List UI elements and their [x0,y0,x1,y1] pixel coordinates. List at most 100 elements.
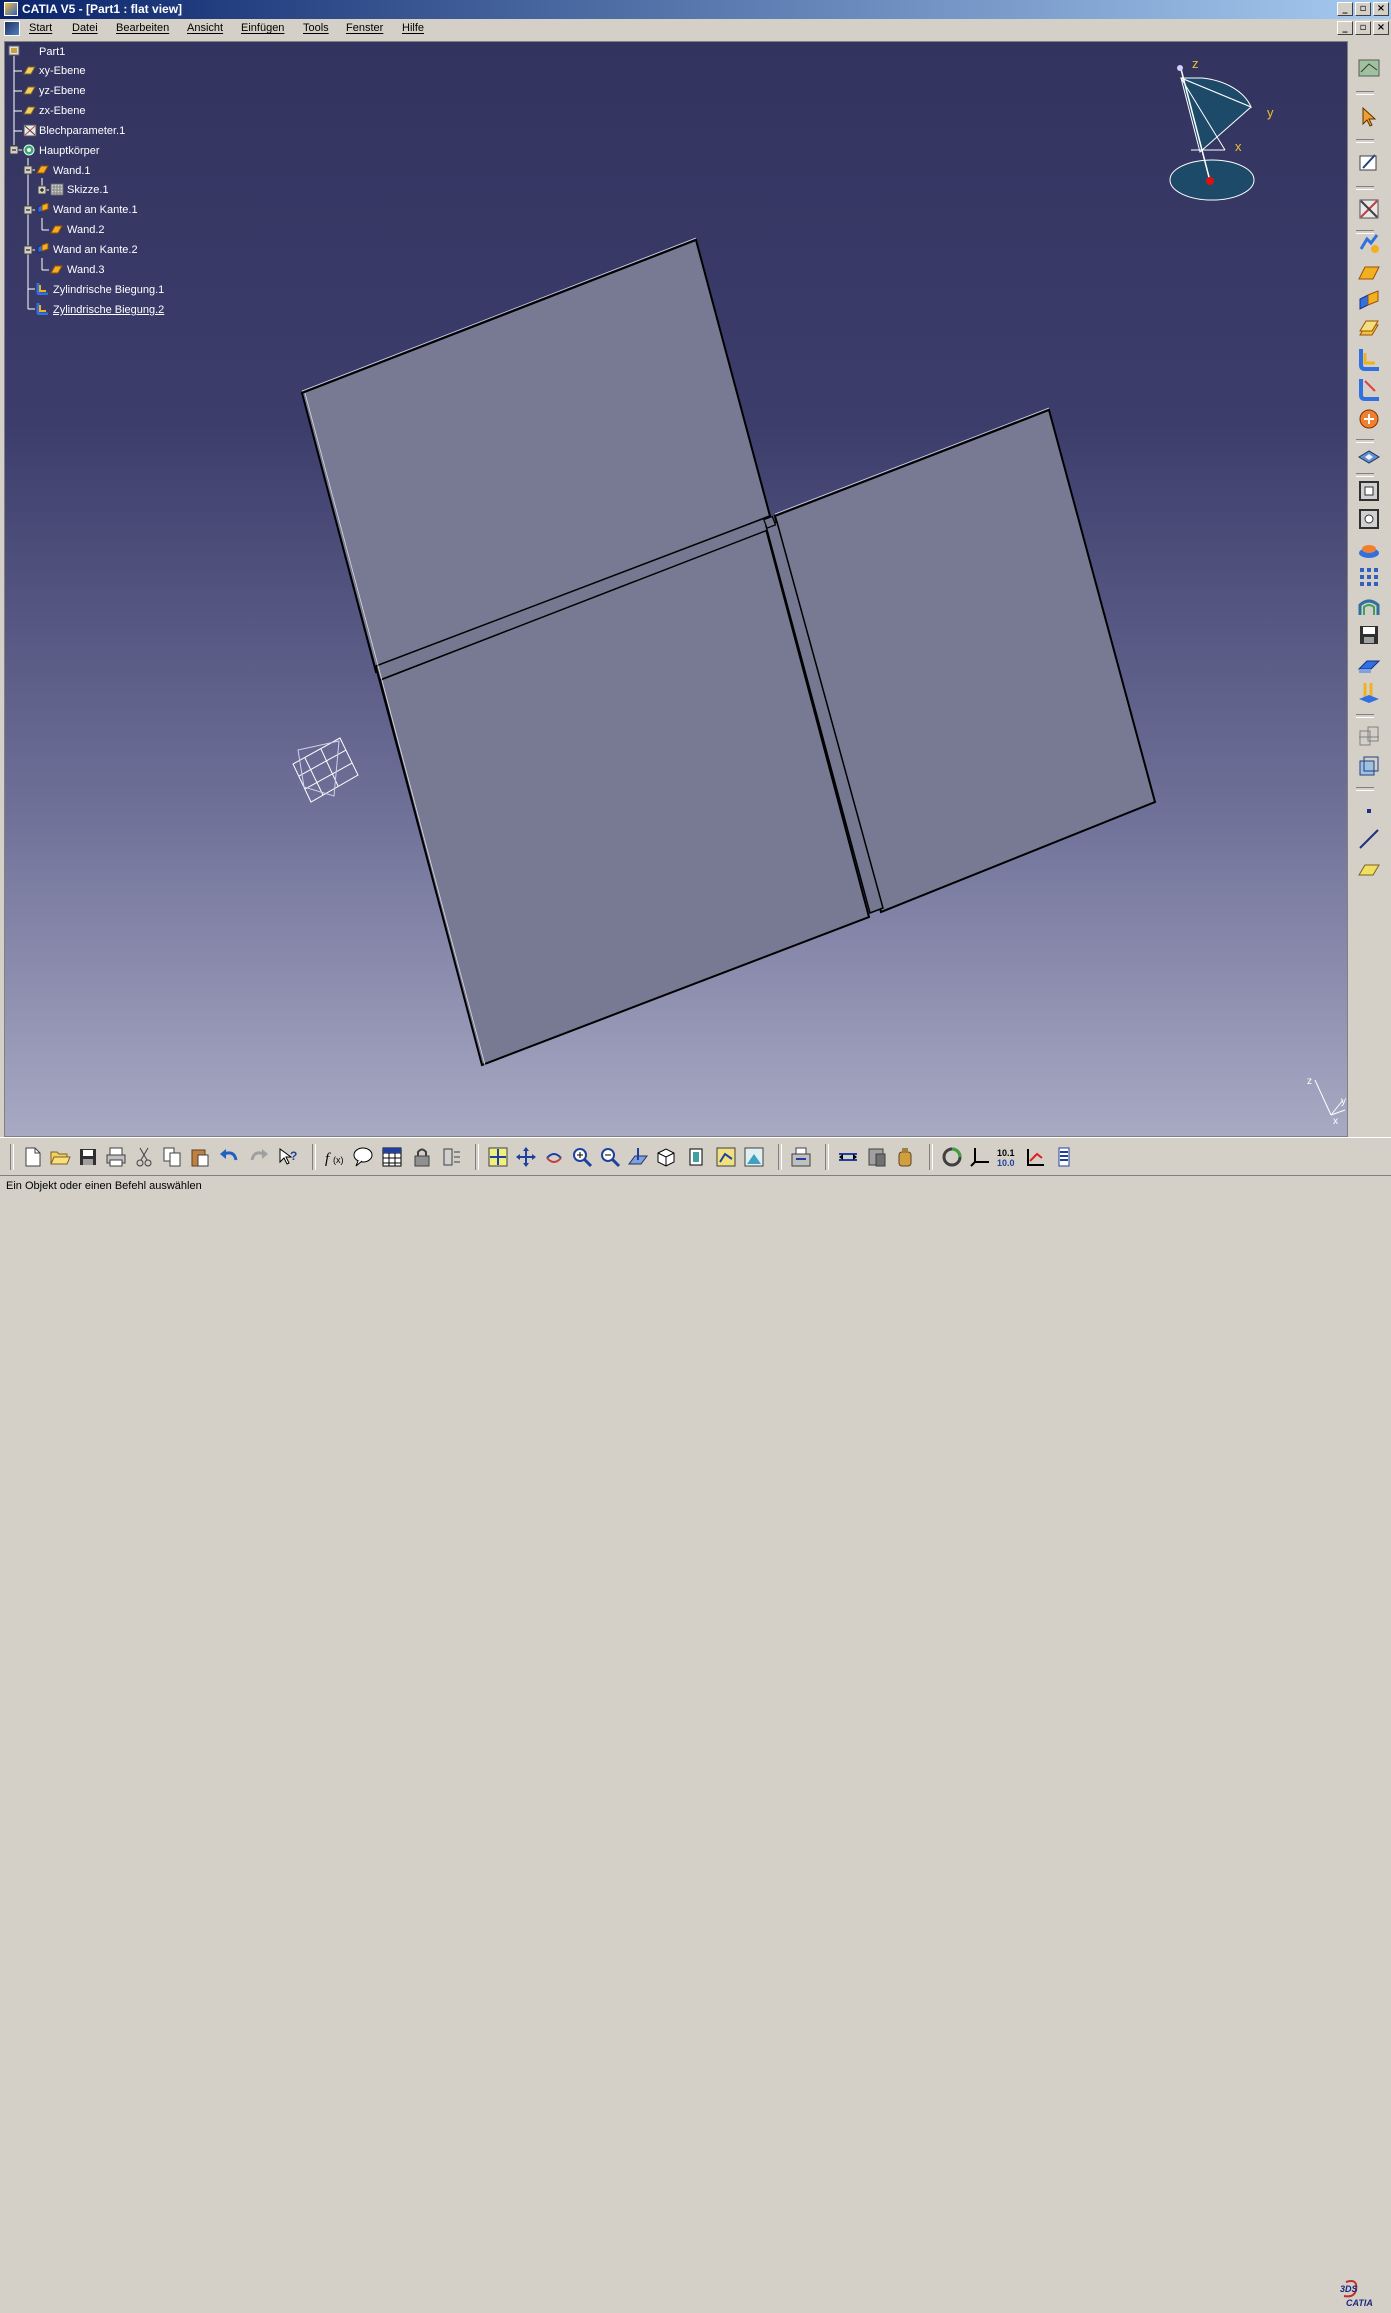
line-icon[interactable] [1357,827,1381,851]
axis-triad-y-label: y [1341,1096,1346,1107]
save-icon[interactable] [77,1146,99,1168]
shading-icon[interactable] [743,1146,765,1168]
compass-x-label: x [1235,139,1242,154]
corner-relief-icon[interactable] [1357,565,1381,589]
svg-text:?: ? [290,1149,297,1163]
hybrid-body-icon[interactable] [1357,755,1381,779]
sketch-origin-marker [292,737,359,803]
menu-bar: Start Datei Bearbeiten Ansicht Einfügen … [0,19,1391,39]
whats-this-icon[interactable]: ? [277,1146,299,1168]
axis-triad-z-label: z [1307,1076,1312,1087]
hole-icon[interactable] [1357,479,1381,503]
catia-logo-mark: 3DS [1340,2284,1358,2294]
zoom-out-icon[interactable] [599,1146,621,1168]
wall-on-edge-icon[interactable] [1357,289,1381,313]
menu-tools[interactable]: Tools [303,22,329,34]
normal-view-icon[interactable] [627,1146,649,1168]
compass-y-label: y [1267,105,1274,120]
menu-einfuegen[interactable]: Einfügen [241,22,284,34]
fit-all-icon[interactable] [487,1146,509,1168]
axis-system-icon[interactable] [969,1146,991,1168]
maximize-button[interactable]: ▫ [1355,2,1371,16]
bend-icon[interactable] [1357,377,1381,401]
right-toolbar [1350,41,1391,1137]
formula-icon[interactable]: f (x) [324,1146,346,1168]
open-icon[interactable] [49,1146,71,1168]
save-dxf-icon[interactable] [1357,623,1381,647]
part-body-icon[interactable] [1357,725,1381,749]
unfold-icon[interactable] [1357,407,1381,431]
redo-icon[interactable] [248,1146,270,1168]
recognize-icon[interactable] [1357,231,1381,255]
flange-icon[interactable] [1357,347,1381,371]
lock-icon[interactable] [411,1146,433,1168]
new-icon[interactable] [22,1146,44,1168]
svg-text:(x): (x) [333,1155,344,1165]
compass[interactable] [1169,65,1255,201]
point-icon[interactable] [1357,799,1381,823]
doc-restore-button[interactable]: ▫ [1355,21,1371,35]
pan-icon[interactable] [515,1146,537,1168]
select-arrow-icon[interactable] [1357,105,1381,129]
menu-datei[interactable]: Datei [72,22,98,34]
sketcher-icon[interactable] [1357,151,1381,175]
pattern-icon[interactable] [1357,537,1381,561]
title-bar: CATIA V5 - [Part1 : flat view] _ ▫ × [0,0,1391,19]
status-text: Ein Objekt oder einen Befehl auswählen [6,1180,202,1192]
measure-between-icon[interactable] [837,1146,859,1168]
catia-app-icon[interactable] [4,2,18,16]
close-button[interactable]: × [1373,2,1389,16]
mass-properties-icon[interactable] [894,1146,916,1168]
wall-icon[interactable] [1357,261,1381,285]
catia-logo: 3DS CATIA [1338,2276,1384,2310]
undo-icon[interactable] [218,1146,240,1168]
swap-space-icon[interactable] [715,1146,737,1168]
table-icon[interactable] [381,1146,403,1168]
3d-viewport[interactable]: Part1 xy-Ebene yz-Ebene zx-Ebene Blechpa… [4,41,1348,1137]
multi-view-icon[interactable] [790,1146,812,1168]
bottom-toolbar: ? f (x) 10.1 10.0 3DS CATIA [0,1137,1391,2308]
comment-icon[interactable] [352,1146,374,1168]
doc-close-button[interactable]: × [1373,21,1389,35]
sheetmetal-parameters-icon[interactable] [1357,197,1381,221]
update-icon[interactable] [941,1146,963,1168]
3d-wireframe-icon[interactable] [1357,681,1381,705]
svg-text:10.0: 10.0 [997,1158,1015,1168]
menu-ansicht[interactable]: Ansicht [187,22,223,34]
zoom-in-icon[interactable] [571,1146,593,1168]
unit-icon[interactable]: 10.110.0 [997,1146,1019,1168]
plane-icon[interactable] [1357,857,1381,881]
axis-triad-x-label: x [1333,1116,1338,1127]
print-icon[interactable] [105,1146,127,1168]
doc-minimize-button[interactable]: _ [1337,21,1353,35]
properties-icon[interactable] [1053,1146,1075,1168]
menu-bearbeiten[interactable]: Bearbeiten [116,22,169,34]
menu-fenster[interactable]: Fenster [346,22,383,34]
hide-show-icon[interactable] [686,1146,708,1168]
stamp-icon[interactable] [1357,507,1381,531]
cut-icon[interactable] [133,1146,155,1168]
measure-icon[interactable] [441,1146,463,1168]
compass-view-icon[interactable] [1357,56,1381,80]
cut-out-icon[interactable] [1357,443,1381,467]
rotate-icon[interactable] [543,1146,565,1168]
bead-icon[interactable] [1357,595,1381,619]
window-title: CATIA V5 - [Part1 : flat view] [22,2,183,16]
status-bar: Ein Objekt oder einen Befehl auswählen [0,1175,1391,1198]
compass-z-label: z [1192,56,1199,71]
svg-text:10.1: 10.1 [997,1148,1015,1158]
document-icon[interactable] [4,21,20,36]
extrusion-icon[interactable] [1357,317,1381,341]
minimize-button[interactable]: _ [1337,2,1353,16]
iso-view-icon[interactable] [655,1146,677,1168]
catia-logo-text: CATIA [1346,2298,1373,2308]
surface-stamp-icon[interactable] [1357,653,1381,677]
copy-icon[interactable] [161,1146,183,1168]
sheetmetal-part-geometry[interactable]: z y x z x y [5,42,1348,1137]
paste-icon[interactable] [189,1146,211,1168]
menu-hilfe[interactable]: Hilfe [402,22,424,34]
measure-item-icon[interactable] [866,1146,888,1168]
catalog-icon[interactable] [1025,1146,1047,1168]
svg-text:f: f [325,1151,331,1167]
menu-start[interactable]: Start [29,22,52,34]
